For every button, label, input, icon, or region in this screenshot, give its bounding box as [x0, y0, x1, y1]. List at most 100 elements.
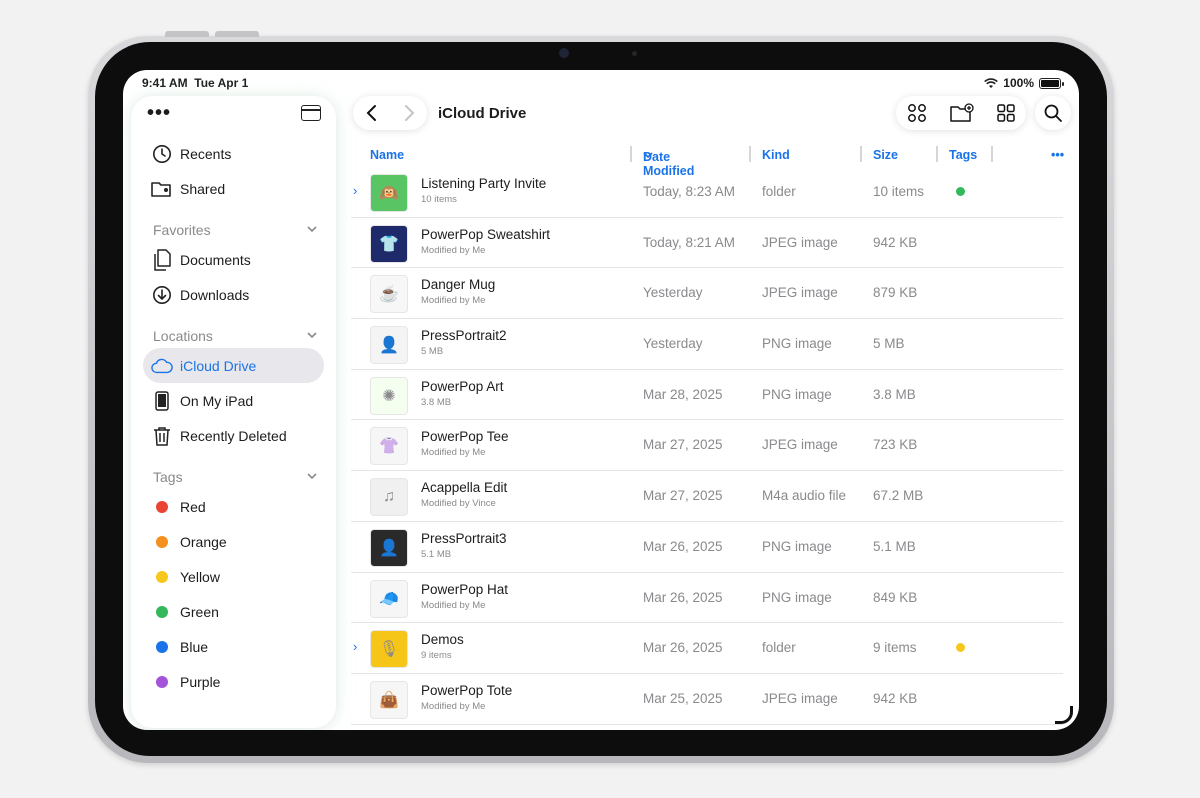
- forward-chevron-icon[interactable]: [401, 104, 417, 122]
- file-kind: PNG image: [762, 386, 832, 402]
- group-icon[interactable]: [907, 103, 927, 123]
- sidebar-item-downloads[interactable]: Downloads: [131, 277, 336, 312]
- grid-view-icon[interactable]: [996, 104, 1015, 122]
- column-divider: [749, 146, 751, 162]
- clock-icon: [151, 143, 173, 165]
- locations-heading[interactable]: Locations: [131, 324, 336, 348]
- ellipsis-icon[interactable]: •••: [147, 102, 171, 125]
- sidebar-item-tag-green[interactable]: Green: [131, 594, 336, 629]
- section-label: Favorites: [153, 222, 211, 238]
- column-size[interactable]: Size: [873, 148, 898, 162]
- file-date: Today, 8:21 AM: [643, 234, 736, 250]
- sidebar-item-tag-yellow[interactable]: Yellow: [131, 559, 336, 594]
- sidebar-item-tag-orange[interactable]: Orange: [131, 524, 336, 559]
- sidebar-item-tag-purple[interactable]: Purple: [131, 664, 336, 699]
- file-size: 5.1 MB: [873, 538, 916, 554]
- favorites-heading[interactable]: Favorites: [131, 218, 336, 242]
- file-row[interactable]: › 🙉 Listening Party Invite 10 items Today, 8…: [351, 167, 1063, 218]
- file-row[interactable]: ✺ PowerPop Art 3.8 MB Mar 28, 2025 PNG image…: [351, 370, 1063, 421]
- sidebar-item-label: Recently Deleted: [180, 427, 287, 444]
- file-row[interactable]: 👜 PowerPop Tote Modified by Me Mar 25, 2025…: [351, 674, 1063, 725]
- shared-folder-icon: [151, 178, 173, 200]
- file-kind: JPEG image: [762, 690, 838, 706]
- file-date: Mar 26, 2025: [643, 640, 723, 656]
- sidebar-item-tag-red[interactable]: Red: [131, 489, 336, 524]
- file-kind: PNG image: [762, 589, 832, 605]
- file-date: Mar 26, 2025: [643, 538, 723, 554]
- file-thumbnail: 👜: [370, 680, 408, 719]
- column-divider: [860, 146, 862, 162]
- sidebar-item-recents[interactable]: Recents: [131, 136, 336, 171]
- file-date: Yesterday: [643, 285, 703, 301]
- new-folder-icon[interactable]: [950, 103, 974, 123]
- search-button[interactable]: [1035, 96, 1071, 130]
- sidebar-toggle-icon[interactable]: [301, 105, 321, 121]
- volume-button: [165, 31, 209, 37]
- column-tags[interactable]: Tags: [949, 148, 977, 162]
- file-date: Mar 26, 2025: [643, 589, 723, 605]
- sidebar-item-label: Purple: [180, 673, 221, 690]
- file-name: PowerPop Hat: [421, 581, 509, 597]
- column-name[interactable]: Name: [370, 148, 404, 162]
- file-thumbnail: ♫: [370, 478, 408, 517]
- file-thumbnail: 👤: [370, 528, 408, 567]
- folder-icon: 🎙: [370, 630, 408, 669]
- file-name: PowerPop Sweatshirt: [421, 226, 551, 242]
- file-row[interactable]: 🧢 PowerPop Hat Modified by Me Mar 26, 2025 P…: [351, 573, 1063, 624]
- trash-icon: [151, 425, 173, 447]
- file-date: Today, 8:23 AM: [643, 184, 736, 199]
- sidebar-item-shared[interactable]: Shared: [131, 171, 336, 206]
- file-row[interactable]: 👤 PressPortrait3 5.1 MB Mar 26, 2025 PNG ima…: [351, 522, 1063, 573]
- file-thumbnail: 👚: [370, 427, 408, 466]
- file-kind: folder: [762, 640, 796, 656]
- file-row[interactable]: 👕 PowerPop Sweatshirt Modified by Me Today,…: [351, 218, 1063, 269]
- camera-sensor: [632, 51, 637, 56]
- column-date-modified[interactable]: Date Modified: [643, 148, 694, 178]
- column-more-button[interactable]: •••: [1051, 148, 1064, 162]
- file-subtitle: Modified by Me: [421, 295, 486, 307]
- file-row[interactable]: 👚 PowerPop Tee Modified by Me Mar 27, 2025 J…: [351, 420, 1063, 472]
- volume-button: [215, 31, 259, 37]
- file-size: 67.2 MB: [873, 488, 924, 504]
- file-name: PowerPop Tote: [421, 682, 513, 698]
- file-name: Demos: [421, 632, 464, 648]
- file-name: Acappella Edit: [421, 480, 508, 496]
- tag-color-dot-icon: [151, 671, 173, 693]
- sidebar-item-label: Shared: [180, 180, 226, 197]
- file-subtitle: Modified by Me: [421, 700, 486, 712]
- sidebar-item-label: On My iPad: [180, 392, 254, 409]
- file-date: Mar 28, 2025: [643, 386, 723, 402]
- file-row[interactable]: 👤 PressPortrait2 5 MB Yesterday PNG image 5 M…: [351, 319, 1063, 370]
- file-subtitle: Modified by Me: [421, 244, 486, 256]
- sidebar-item-label: Downloads: [180, 286, 250, 303]
- sidebar-item-icloud-drive[interactable]: iCloud Drive: [143, 348, 324, 383]
- file-size: 942 KB: [873, 234, 918, 250]
- tag-color-dot-icon: [151, 566, 173, 588]
- file-thumbnail: ✺: [370, 376, 408, 415]
- file-row[interactable]: ☕ Danger Mug Modified by Me Yesterday JPEG i…: [351, 268, 1063, 320]
- file-date: Mar 25, 2025: [643, 690, 723, 706]
- disclosure-chevron-icon[interactable]: ›: [353, 183, 357, 198]
- document-icon: [151, 249, 173, 271]
- page-title: iCloud Drive: [438, 105, 527, 122]
- file-subtitle: 3.8 MB: [421, 396, 452, 408]
- file-size: 942 KB: [873, 690, 918, 706]
- column-divider: [991, 146, 993, 162]
- file-thumbnail: 👤: [370, 326, 408, 365]
- sidebar-item-label: Red: [180, 498, 206, 515]
- tags-heading[interactable]: Tags: [131, 465, 336, 489]
- sidebar-item-on-my-ipad[interactable]: On My iPad: [131, 383, 336, 418]
- file-subtitle: 5 MB: [421, 346, 444, 358]
- sidebar-item-documents[interactable]: Documents: [131, 242, 336, 277]
- file-row[interactable]: ♫ Acappella Edit Modified by Vince Mar 27, …: [351, 471, 1063, 522]
- nav-buttons: [353, 96, 427, 130]
- file-kind: JPEG image: [762, 285, 838, 301]
- download-icon: [151, 284, 173, 306]
- sidebar-item-recently-deleted[interactable]: Recently Deleted: [131, 418, 336, 453]
- file-name: Danger Mug: [421, 277, 496, 293]
- back-chevron-icon[interactable]: [364, 104, 380, 122]
- file-row[interactable]: › 🎙 Demos 9 items Mar 26, 2025 folder 9 items: [351, 623, 1063, 674]
- sidebar-item-tag-blue[interactable]: Blue: [131, 629, 336, 664]
- disclosure-chevron-icon[interactable]: ›: [353, 639, 357, 654]
- column-kind[interactable]: Kind: [762, 148, 790, 162]
